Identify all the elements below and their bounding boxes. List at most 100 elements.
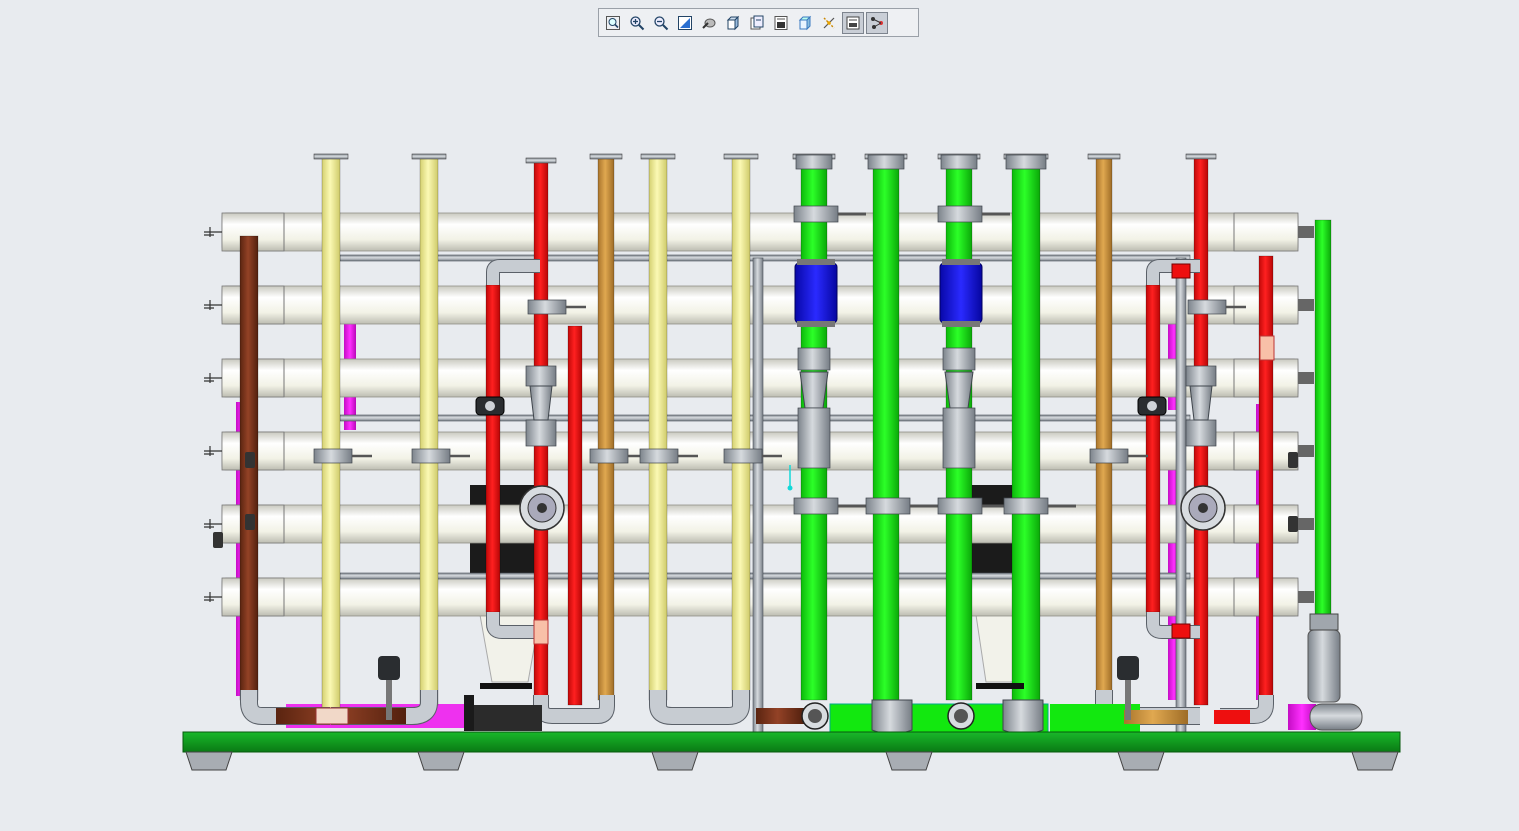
- brine-pipe: [1095, 157, 1113, 701]
- end-port-icon: [204, 227, 222, 237]
- pipe-flange: [1087, 153, 1121, 160]
- permeate-pipe: [1011, 157, 1041, 701]
- permeate-pipe: [1314, 219, 1332, 621]
- reducer: [525, 419, 557, 447]
- end-port-icon: [1298, 518, 1314, 530]
- reducer: [529, 385, 553, 421]
- end-port-icon: [1298, 226, 1314, 238]
- pipe-flange: [723, 153, 759, 160]
- reducer: [1185, 419, 1217, 447]
- frame-rail: [339, 254, 1191, 262]
- u-bend-feed: [650, 690, 749, 724]
- feed-pipe: [321, 157, 341, 711]
- pipe-flange: [313, 153, 349, 160]
- butterfly-valve: [793, 497, 839, 515]
- end-port-icon: [1298, 372, 1314, 384]
- butterfly-valve: [865, 497, 911, 515]
- valve-body: [942, 407, 976, 469]
- brine-pipe: [597, 157, 615, 701]
- skid-foot: [885, 751, 933, 771]
- pump-flange: [464, 695, 474, 731]
- transmitter: [1117, 656, 1139, 680]
- reducer: [1185, 365, 1217, 387]
- elbow-fitting: [1002, 699, 1044, 735]
- coupling: [1259, 335, 1275, 361]
- skid-foot: [651, 751, 699, 771]
- coupling: [533, 619, 549, 645]
- butterfly-valve: [313, 448, 353, 464]
- butterfly-valve: [1089, 448, 1129, 464]
- frame-post: [752, 257, 764, 733]
- butterfly-valve: [793, 205, 839, 223]
- pipe-flange: [411, 153, 447, 160]
- drain-coupling: [315, 707, 349, 725]
- valve-body: [797, 407, 831, 469]
- check-valve: [939, 262, 983, 324]
- concentrate-header: [1214, 710, 1250, 724]
- filter-band: [480, 683, 532, 689]
- butterfly-valve: [723, 448, 763, 464]
- butterfly-valve: [937, 497, 983, 515]
- pipe-flange: [1185, 153, 1217, 160]
- transmitter: [378, 656, 400, 680]
- skid-base-frame: [182, 731, 1401, 753]
- end-port-icon: [204, 373, 222, 383]
- butterfly-valve: [527, 299, 567, 315]
- pressure-vessel: [204, 212, 1314, 252]
- top-flange: [940, 154, 978, 170]
- pump-inlet: [474, 705, 542, 731]
- pressure-switch: [1288, 452, 1298, 468]
- reducer: [525, 365, 557, 387]
- skid-foot: [1117, 751, 1165, 771]
- filter-band: [976, 683, 1024, 689]
- frame-rail: [339, 414, 1191, 422]
- reducer: [1189, 385, 1213, 421]
- pipe-flange: [640, 153, 676, 160]
- pressure-switch: [1288, 516, 1298, 532]
- top-flange: [867, 154, 905, 170]
- end-port-icon: [204, 592, 222, 602]
- concentrate-pipe: [1145, 284, 1161, 613]
- reducer: [944, 371, 974, 409]
- ro-skid-3d-viewport[interactable]: [0, 0, 1519, 831]
- top-flange: [1005, 154, 1047, 170]
- end-port-icon: [204, 446, 222, 456]
- skid-foot: [185, 751, 233, 771]
- pressure-switch: [245, 514, 255, 530]
- butterfly-valve: [589, 448, 629, 464]
- red-tee: [1171, 263, 1191, 279]
- skid-foot: [1351, 751, 1399, 771]
- permeate-pipe: [872, 157, 900, 701]
- pressure-switch: [245, 452, 255, 468]
- feed-pipe: [648, 157, 668, 701]
- brine-header: [1124, 710, 1188, 724]
- check-valve: [794, 262, 838, 324]
- pipe-flange: [589, 153, 623, 160]
- flange-pair: [942, 347, 976, 371]
- top-flange: [795, 154, 833, 170]
- drain-header: [756, 708, 804, 724]
- elbow-fitting: [871, 699, 913, 735]
- red-tee: [1171, 623, 1191, 639]
- butterfly-valve: [1003, 497, 1049, 515]
- reducer: [799, 371, 829, 409]
- butterfly-valve: [411, 448, 451, 464]
- end-port-icon: [204, 300, 222, 310]
- butterfly-valve: [937, 205, 983, 223]
- flange-pair: [797, 347, 831, 371]
- end-port-icon: [1298, 591, 1314, 603]
- frame-rail: [339, 572, 1191, 580]
- feed-pipe: [731, 157, 751, 701]
- end-port-icon: [1298, 299, 1314, 311]
- feed-pipe: [419, 157, 439, 706]
- concentrate-pipe: [567, 325, 583, 706]
- concentrate-pipe: [1258, 255, 1274, 701]
- concentrate-pipe: [485, 284, 501, 613]
- pressure-switch: [213, 532, 223, 548]
- outlet-union: [1309, 613, 1339, 631]
- butterfly-valve: [1187, 299, 1227, 315]
- end-port-icon: [1298, 445, 1314, 457]
- skid-foot: [417, 751, 465, 771]
- end-port-icon: [204, 519, 222, 529]
- grey-elbow: [487, 260, 540, 285]
